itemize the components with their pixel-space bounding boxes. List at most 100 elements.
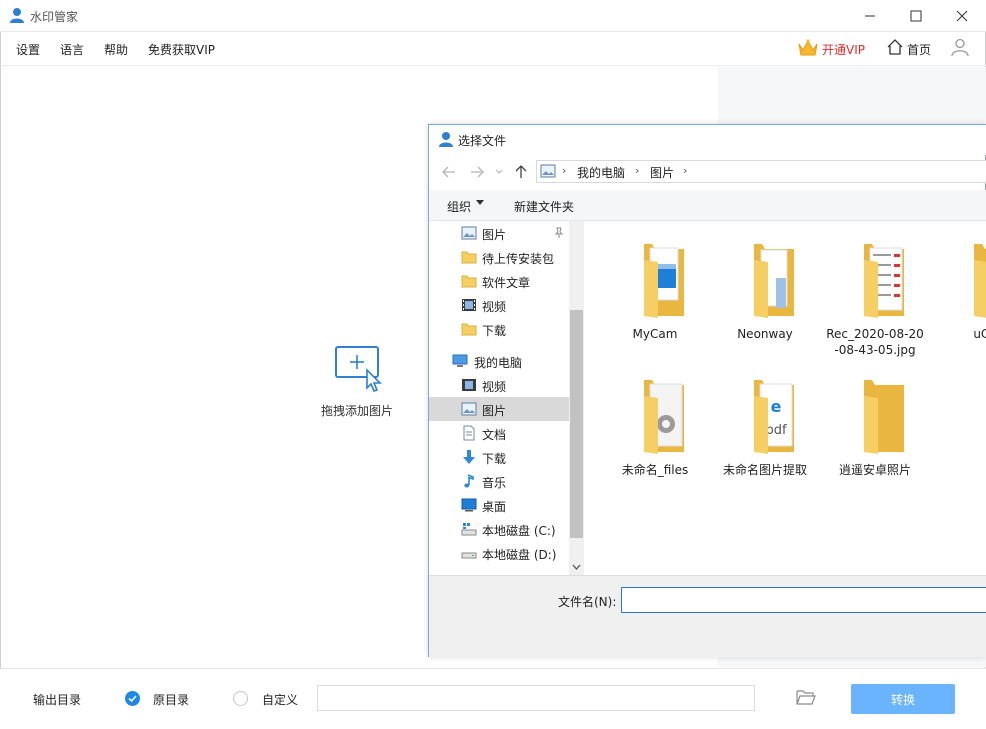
nav-item-software-articles[interactable]: 软件文章 bbox=[429, 269, 569, 293]
organize-caret-icon bbox=[476, 200, 484, 205]
user-account-icon[interactable] bbox=[950, 37, 970, 57]
app-title: 水印管家 bbox=[30, 10, 79, 24]
folder-video-icon bbox=[644, 244, 684, 318]
file-item-name: uCo bbox=[973, 327, 986, 341]
nav-item-music[interactable]: 音乐 bbox=[429, 469, 569, 493]
svg-text:pdf: pdf bbox=[765, 423, 787, 438]
file-item-name: Neonway bbox=[737, 327, 793, 341]
nav-item-drive-c[interactable]: 本地磁盘 (C:) bbox=[429, 517, 569, 541]
filename-input[interactable] bbox=[621, 587, 986, 613]
folder-screens-icon bbox=[864, 244, 904, 318]
folder-icon bbox=[461, 251, 477, 264]
nav-item-label: 音乐 bbox=[482, 476, 507, 490]
drive-c-icon bbox=[461, 523, 477, 536]
breadcrumb-separator: › bbox=[635, 164, 640, 177]
chevron-down-icon[interactable] bbox=[571, 562, 582, 572]
nav-item-videos[interactable]: 视频 bbox=[429, 373, 569, 397]
folder-icon bbox=[864, 380, 904, 454]
file-item-rec-jpg[interactable]: Rec_2020-08-20 -08-43-05.jpg bbox=[822, 238, 928, 368]
folder-open-icon[interactable] bbox=[796, 688, 816, 706]
drive-d-icon bbox=[461, 552, 477, 559]
drop-zone-label: 拖拽添加图片 bbox=[321, 404, 394, 418]
nav-item-label: 本地磁盘 (C:) bbox=[482, 524, 556, 538]
crown-icon bbox=[798, 39, 818, 56]
recent-locations-button[interactable] bbox=[493, 164, 505, 180]
file-item-unnamed-files[interactable]: 未命名_files bbox=[602, 374, 708, 504]
pin-icon[interactable] bbox=[553, 227, 565, 239]
breadcrumb-my-computer[interactable]: 我的电脑 bbox=[577, 164, 625, 181]
nav-item-pending-packages[interactable]: 待上传安装包 bbox=[429, 245, 569, 269]
file-item-name: 逍遥安卓照片 bbox=[838, 463, 911, 477]
filename-label: 文件名(N): bbox=[558, 595, 617, 609]
add-image-icon[interactable] bbox=[333, 344, 385, 392]
menu-help[interactable]: 帮助 bbox=[104, 41, 128, 58]
nav-item-my-computer[interactable]: 我的电脑 bbox=[429, 349, 569, 373]
output-dir-label: 输出目录 bbox=[33, 693, 82, 707]
file-item-name: MyCam bbox=[632, 327, 678, 341]
breadcrumb-pictures[interactable]: 图片 bbox=[650, 164, 674, 181]
nav-item-videos-quick[interactable]: 视频 bbox=[429, 293, 569, 317]
nav-item-label: 视频 bbox=[482, 380, 507, 394]
convert-button[interactable]: 转换 bbox=[851, 684, 955, 714]
nav-item-documents[interactable]: 文档 bbox=[429, 421, 569, 445]
file-item-uco[interactable]: uCo bbox=[932, 238, 986, 368]
file-item-name: 未命名图片提取 bbox=[722, 463, 807, 477]
check-icon bbox=[128, 695, 137, 703]
nav-item-label: 文档 bbox=[482, 428, 507, 442]
breadcrumb-separator: › bbox=[562, 164, 567, 177]
arrow-left-icon bbox=[442, 166, 455, 178]
nav-item-downloads[interactable]: 下载 bbox=[429, 445, 569, 469]
close-icon bbox=[956, 10, 968, 22]
file-item-unnamed-extract[interactable]: e pdf 未命名图片提取 bbox=[712, 374, 818, 504]
folder-settings-icon bbox=[644, 380, 684, 454]
maximize-button[interactable] bbox=[893, 0, 939, 32]
nav-item-label: 下载 bbox=[482, 452, 507, 466]
new-folder-button[interactable]: 新建文件夹 bbox=[514, 198, 574, 215]
home-icon bbox=[887, 39, 903, 55]
nav-item-downloads-quick[interactable]: 下载 bbox=[429, 317, 569, 341]
radio-custom-dir[interactable] bbox=[233, 691, 248, 706]
folder-icon bbox=[461, 275, 477, 288]
dialog-toolbar bbox=[429, 190, 986, 221]
nav-item-label: 软件文章 bbox=[482, 276, 531, 290]
nav-item-pictures-quick[interactable]: 图片 bbox=[429, 221, 569, 245]
file-dialog-title: 选择文件 bbox=[458, 134, 507, 148]
file-item-mycam[interactable]: MyCam bbox=[602, 238, 708, 368]
close-button[interactable] bbox=[939, 0, 985, 32]
menu-settings[interactable]: 设置 bbox=[16, 41, 40, 58]
file-item-android-photos[interactable]: 逍遥安卓照片 bbox=[822, 374, 928, 504]
folder-icon bbox=[461, 323, 477, 336]
organize-button[interactable]: 组织 bbox=[447, 198, 471, 215]
forward-button[interactable] bbox=[468, 164, 486, 180]
radio-original-dir[interactable] bbox=[125, 691, 140, 706]
pictures-icon bbox=[540, 164, 556, 178]
menu-language[interactable]: 语言 bbox=[60, 41, 84, 58]
file-item-name: 未命名_files bbox=[621, 463, 689, 477]
nav-item-pictures[interactable]: 图片 bbox=[429, 397, 569, 421]
file-item-name: Rec_2020-08-20 -08-43-05.jpg bbox=[826, 327, 924, 357]
nav-item-label: 桌面 bbox=[482, 500, 507, 514]
vip-link[interactable]: 开通VIP bbox=[822, 41, 865, 58]
nav-item-label: 本地磁盘 (D:) bbox=[482, 548, 557, 562]
menu-free-vip[interactable]: 免费获取VIP bbox=[148, 41, 215, 58]
minimize-icon bbox=[865, 15, 875, 17]
desktop-icon bbox=[461, 498, 477, 512]
radio-custom-label[interactable]: 自定义 bbox=[262, 691, 298, 708]
file-item-neonway[interactable]: Neonway bbox=[712, 238, 818, 368]
minimize-button[interactable] bbox=[847, 0, 893, 32]
videos-icon bbox=[462, 299, 476, 311]
arrow-right-icon bbox=[471, 166, 484, 178]
computer-icon bbox=[452, 354, 468, 367]
back-button[interactable] bbox=[440, 164, 458, 180]
output-path-input[interactable] bbox=[317, 685, 755, 711]
nav-scrollbar-thumb[interactable] bbox=[570, 310, 583, 538]
up-button[interactable] bbox=[512, 164, 530, 180]
nav-item-desktop[interactable]: 桌面 bbox=[429, 493, 569, 517]
home-link[interactable]: 首页 bbox=[907, 41, 931, 58]
title-bar bbox=[0, 0, 986, 32]
documents-icon bbox=[463, 425, 475, 441]
chevron-down-icon bbox=[495, 169, 503, 174]
radio-original-label[interactable]: 原目录 bbox=[153, 691, 189, 708]
nav-item-drive-d[interactable]: 本地磁盘 (D:) bbox=[429, 541, 569, 565]
dialog-app-icon bbox=[439, 132, 453, 147]
